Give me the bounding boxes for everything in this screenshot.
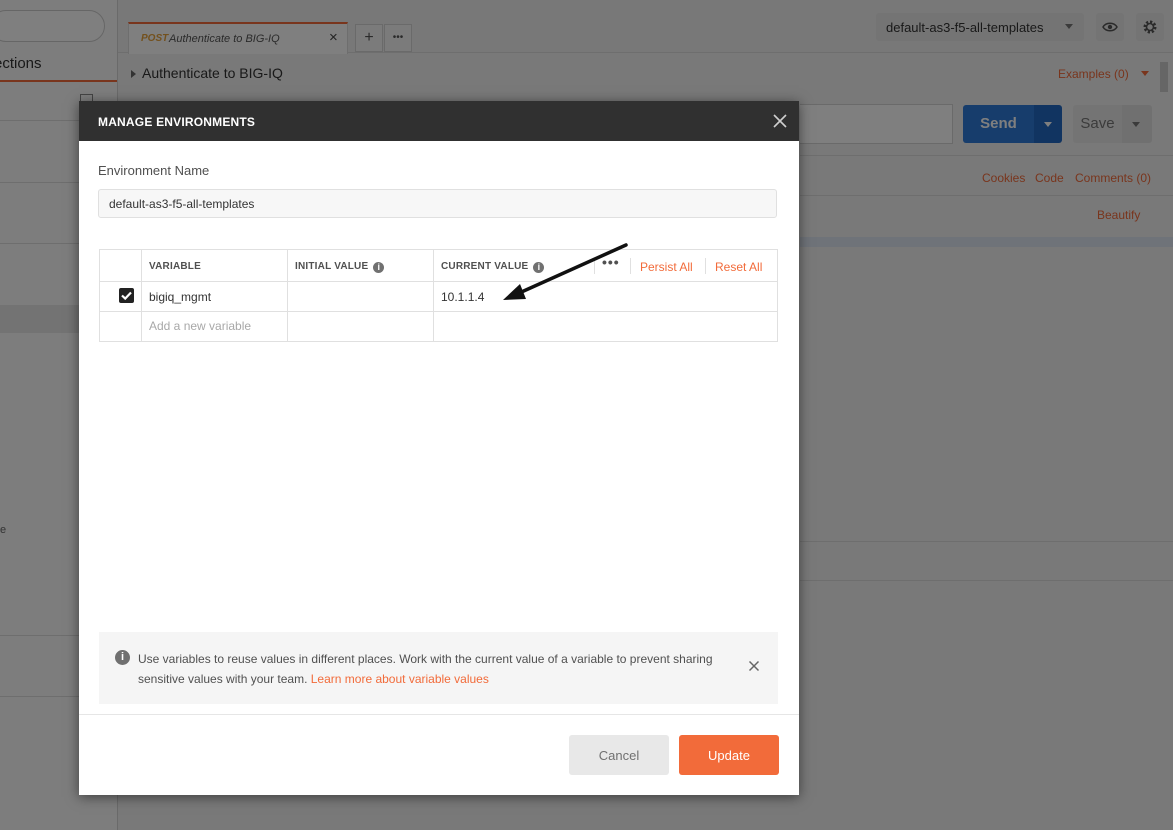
variable-current-value-cell[interactable]: 10.1.1.4 — [434, 281, 777, 311]
footer-divider — [79, 714, 799, 715]
header-checkbox-cell — [100, 250, 142, 281]
variable-enabled-checkbox[interactable] — [119, 288, 134, 303]
cancel-button[interactable]: Cancel — [569, 735, 669, 775]
update-button[interactable]: Update — [679, 735, 779, 775]
environment-name-label: Environment Name — [98, 163, 210, 178]
new-variable-initial-cell[interactable] — [288, 311, 434, 341]
info-banner: i Use variables to reuse values in diffe… — [99, 632, 778, 704]
modal-header: MANAGE ENVIRONMENTS — [79, 101, 799, 141]
header-separator — [705, 258, 706, 274]
reset-all-button[interactable]: Reset All — [715, 260, 762, 274]
table-header-row: VARIABLE INITIAL VALUE i CURRENT VALUE i •… — [100, 250, 777, 282]
manage-environments-modal: MANAGE ENVIRONMENTS Environment Name VAR… — [79, 101, 799, 795]
more-actions-icon[interactable]: ••• — [602, 254, 620, 270]
new-variable-row: Add a new variable — [100, 311, 777, 341]
variables-table: VARIABLE INITIAL VALUE i CURRENT VALUE i •… — [99, 249, 778, 342]
info-text: Use variables to reuse values in differe… — [138, 649, 728, 689]
info-icon: i — [115, 650, 130, 665]
header-separator — [594, 258, 595, 274]
variable-key: bigiq_mgmt — [149, 290, 212, 304]
header-current-value: CURRENT VALUE i ••• Persist All Reset All — [434, 250, 777, 281]
new-variable-placeholder: Add a new variable — [149, 319, 252, 333]
info-icon[interactable]: i — [533, 262, 545, 273]
checkbox-checked-icon — [121, 291, 132, 301]
row-checkbox-cell — [100, 281, 142, 311]
info-icon[interactable]: i — [373, 262, 385, 273]
persist-all-button[interactable]: Persist All — [640, 260, 693, 274]
header-current-value-label: CURRENT VALUE — [441, 261, 529, 272]
new-variable-current-cell[interactable] — [434, 311, 777, 341]
header-variable-label: VARIABLE — [149, 261, 201, 272]
new-row-checkbox-cell — [100, 311, 142, 341]
table-row: bigiq_mgmt 10.1.1.4 — [100, 281, 777, 312]
new-variable-key-cell[interactable]: Add a new variable — [142, 311, 288, 341]
close-icon[interactable] — [748, 660, 760, 672]
header-variable: VARIABLE — [142, 250, 288, 281]
modal-title: MANAGE ENVIRONMENTS — [98, 115, 256, 129]
header-initial-value: INITIAL VALUE i — [288, 250, 434, 281]
header-separator — [630, 258, 631, 274]
variable-initial-value-cell[interactable] — [288, 281, 434, 311]
variable-current-value: 10.1.1.4 — [441, 290, 485, 304]
environment-name-input[interactable] — [98, 189, 777, 218]
header-initial-value-label: INITIAL VALUE — [295, 261, 369, 272]
variable-key-cell[interactable]: bigiq_mgmt — [142, 281, 288, 311]
close-icon[interactable] — [769, 110, 791, 132]
learn-more-link[interactable]: Learn more about variable values — [311, 672, 489, 686]
